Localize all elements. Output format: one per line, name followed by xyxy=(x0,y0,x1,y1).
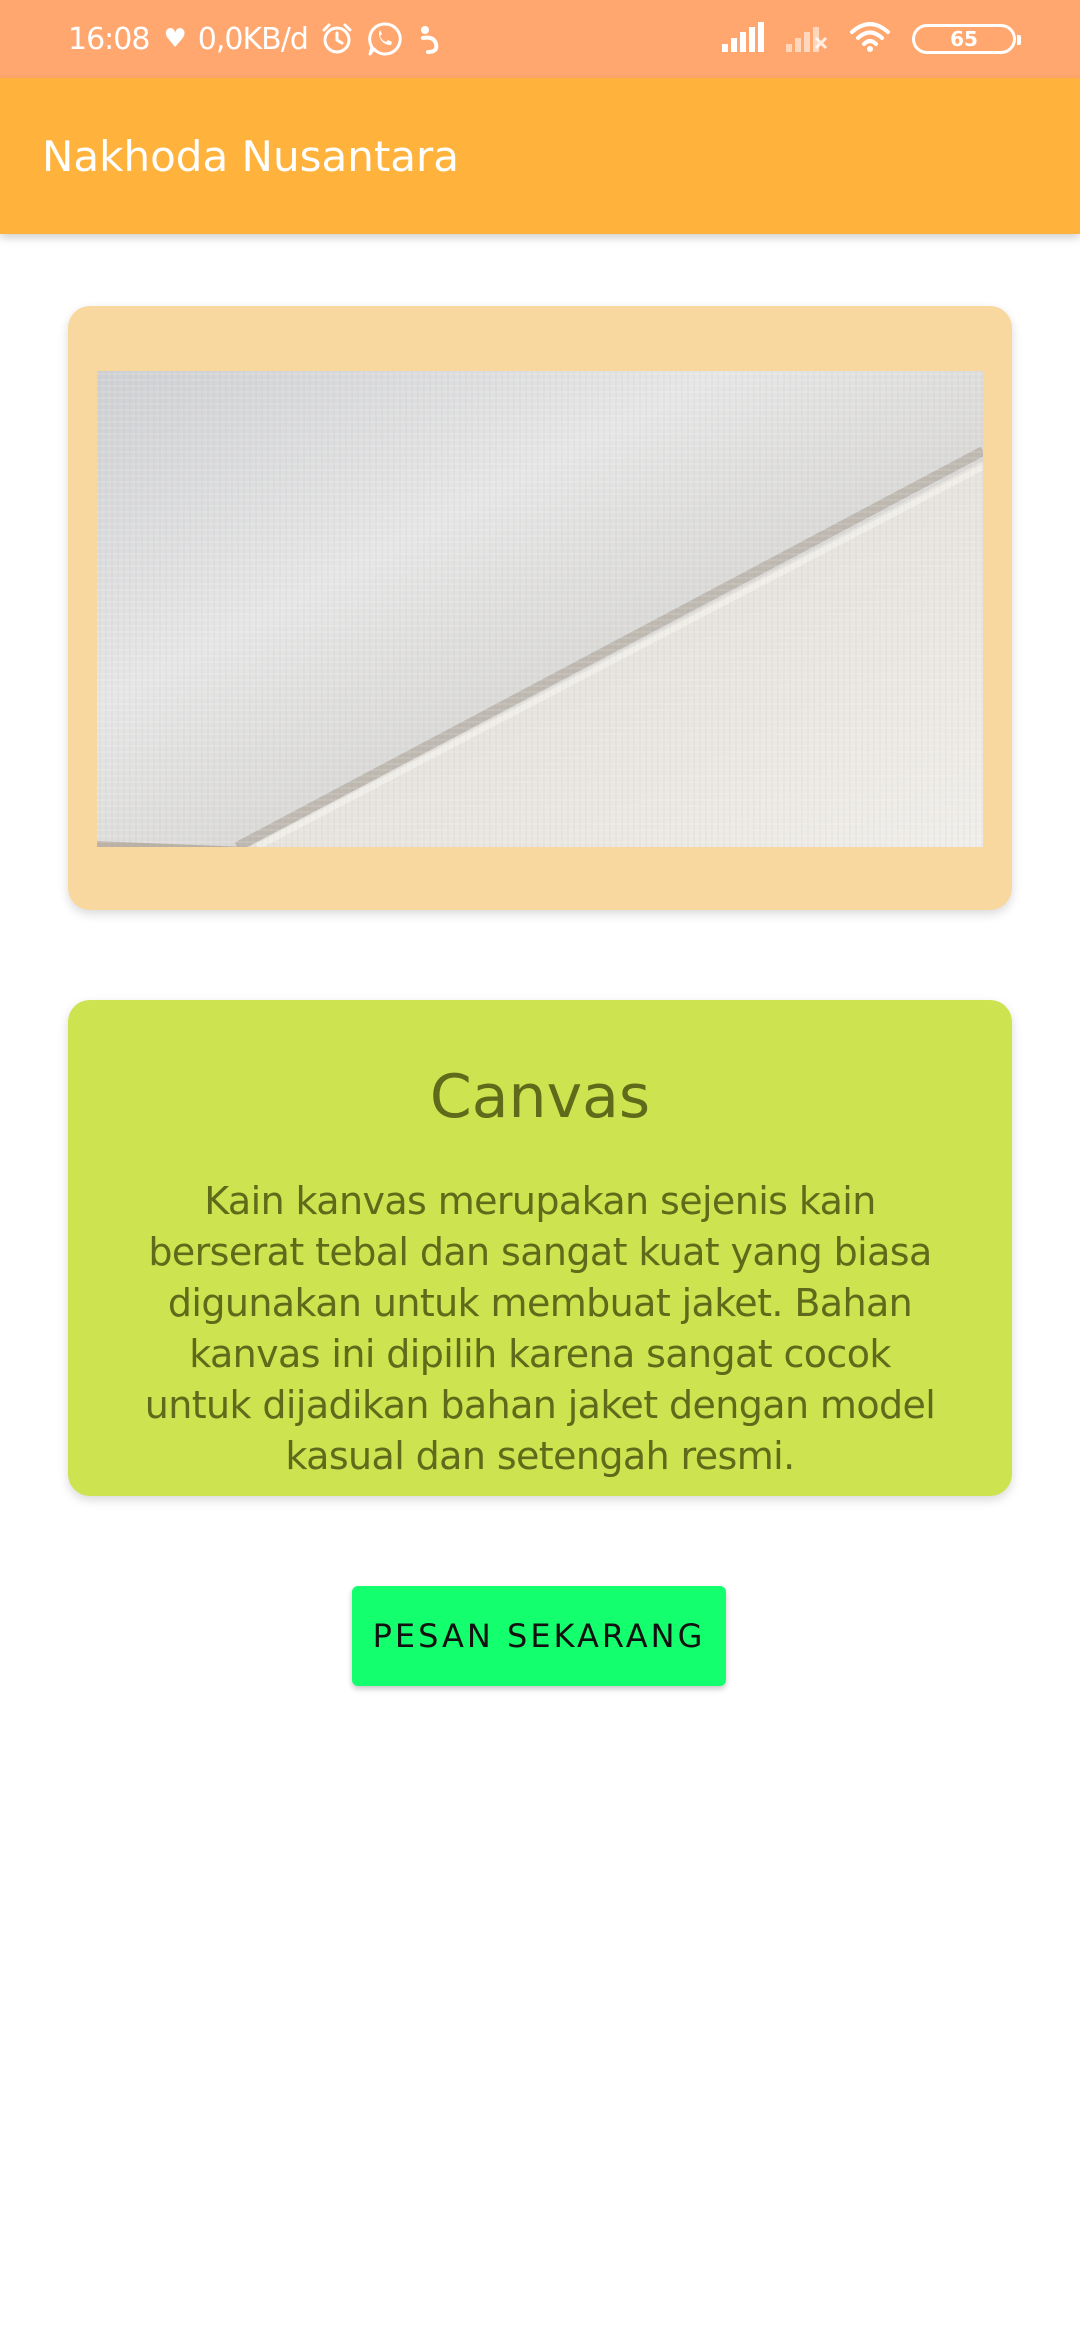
status-bar: 16:08 ♥ 0,0KB/d 65 xyxy=(0,0,1080,78)
status-left: 16:08 ♥ 0,0KB/d xyxy=(68,0,446,78)
product-description-card: Canvas Kain kanvas merupakan sejenis kai… xyxy=(68,1000,1012,1496)
product-image xyxy=(97,371,983,847)
app-bar: Nakhoda Nusantara xyxy=(0,78,1080,234)
app-title: Nakhoda Nusantara xyxy=(42,131,460,181)
battery-level: 65 xyxy=(950,27,978,51)
product-name: Canvas xyxy=(429,1062,651,1132)
order-now-button[interactable]: PESAN SEKARANG xyxy=(352,1586,726,1686)
wifi-icon xyxy=(850,22,890,56)
signal-icon xyxy=(722,22,764,56)
status-time: 16:08 xyxy=(68,21,150,57)
notification-icon xyxy=(416,22,446,56)
product-description: Kain kanvas merupakan sejenis kain berse… xyxy=(144,1179,936,1478)
product-image-card xyxy=(68,306,1012,910)
signal-weak-icon xyxy=(786,22,828,56)
battery-icon: 65 xyxy=(912,24,1021,54)
status-right: 65 xyxy=(722,0,1021,78)
whatsapp-icon xyxy=(366,20,404,58)
alarm-icon xyxy=(320,22,354,56)
heart-icon: ♥ xyxy=(163,24,186,54)
network-speed: 0,0KB/d xyxy=(197,21,309,57)
